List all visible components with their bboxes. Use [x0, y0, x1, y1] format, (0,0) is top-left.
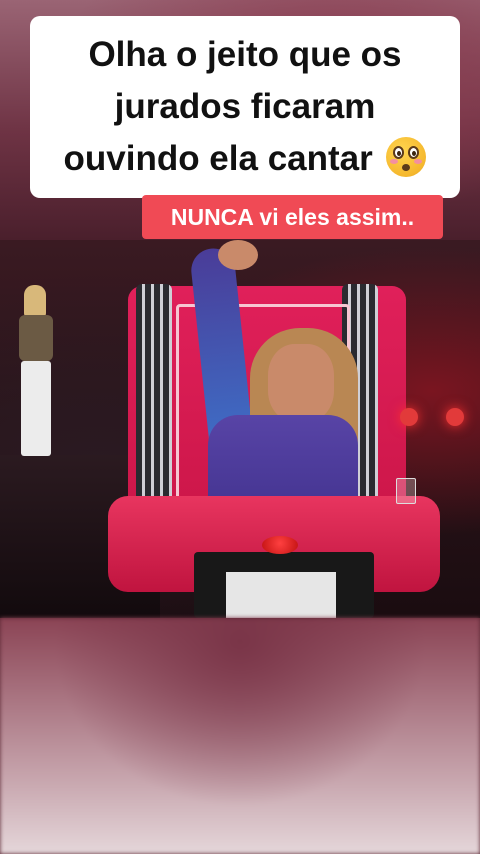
singer-top	[19, 315, 53, 361]
caption-line-2: jurados ficaram	[114, 87, 376, 126]
stage-light-2	[446, 408, 464, 426]
water-glass	[396, 478, 416, 504]
subtitle-box: NUNCA vi eles assim..	[142, 195, 443, 239]
caption-text: Olha o jeito que os jurados ficaram ouvi…	[64, 29, 427, 185]
emoji-mouth	[402, 164, 411, 171]
judge-hand	[218, 240, 258, 270]
emoji-eye-left	[393, 146, 405, 159]
subtitle-text: NUNCA vi eles assim..	[170, 203, 415, 230]
singer-hair	[24, 285, 46, 319]
singer-figure	[15, 285, 60, 460]
console-screen	[226, 572, 336, 618]
emoji-cheek-left	[390, 159, 399, 164]
stage-light-1	[400, 408, 418, 426]
caption-line-3: ouvindo ela cantar	[63, 139, 373, 178]
video-player[interactable]	[0, 240, 480, 618]
red-buzzer-button	[262, 536, 298, 554]
singer-pants	[21, 361, 51, 456]
caption-line-1: Olha o jeito que os	[88, 35, 402, 74]
judge-face	[268, 344, 334, 422]
flushed-face-emoji-icon	[386, 137, 427, 177]
chair-frame-left	[136, 284, 172, 532]
blurred-background-bottom	[0, 618, 480, 854]
emoji-eye-right	[408, 146, 420, 159]
emoji-cheek-right	[414, 159, 423, 164]
caption-box: Olha o jeito que os jurados ficaram ouvi…	[30, 16, 460, 198]
